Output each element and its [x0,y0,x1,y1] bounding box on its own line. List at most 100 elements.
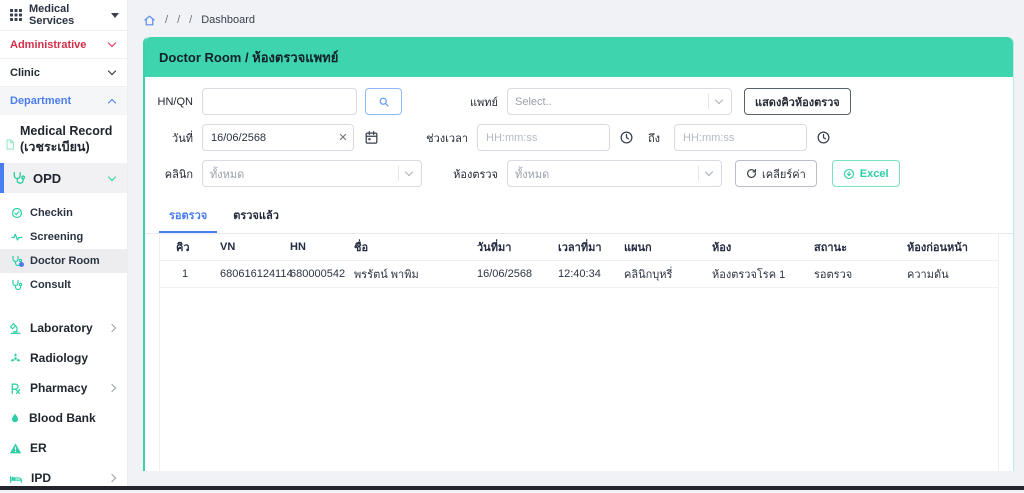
search-button[interactable] [365,88,402,115]
select-value: ทั้งหมด [515,165,694,183]
breadcrumb-current: Dashboard [201,14,255,26]
sidebar-item-clinic[interactable]: Clinic [0,59,127,87]
calendar-icon [364,130,379,145]
clinic-select[interactable]: ทั้งหมด [202,160,422,187]
sub-item-label: Screening [30,231,83,243]
select-placeholder: Select.. [515,96,704,108]
sidebar-item-laboratory[interactable]: Laboratory [0,313,127,343]
rx-icon [9,382,22,395]
col-status: สถานะ [814,238,907,256]
pulse-icon [11,231,23,243]
show-queue-button[interactable]: แสดงคิวห้องตรวจ [744,88,851,115]
queue-tabs: รอตรวจ ตรวจแล้ว [145,198,1013,234]
sidebar-item-administrative[interactable]: Administrative [0,31,127,59]
sidebar-item-department[interactable]: Department [0,87,127,115]
doctor-label: แพทย์ [402,93,507,111]
chevron-down-icon [108,39,116,47]
stethoscope-icon [12,171,26,185]
time-to-input[interactable] [674,124,807,151]
section-label: Department [10,95,71,107]
sidebar-item-medical-record[interactable]: Medical Record (เวชระเบียน) [0,115,127,163]
file-icon [4,138,16,151]
sidebar-item-consult[interactable]: Consult [0,273,127,297]
check-circle-icon [11,207,23,219]
breadcrumb-sep: / [177,14,180,26]
stethoscope-icon [11,279,23,291]
room-select[interactable]: ทั้งหมด [507,160,722,187]
lower-item-label: Blood Bank [29,411,115,425]
cell-name: พรรัตน์ พาพิม [354,265,477,283]
date-label: วันที่ [157,129,202,147]
lower-item-label: IPD [31,471,101,485]
tab-done[interactable]: ตรวจแล้ว [223,202,289,233]
clock-icon [619,130,634,145]
breadcrumb: / / / Dashboard [143,10,1014,30]
cell-room: ห้องตรวจโรค 1 [712,265,814,283]
clock-icon [816,130,831,145]
opd-label: OPD [33,171,102,186]
time-from-input[interactable] [477,124,610,151]
col-queue: คิว [176,238,220,256]
tab-waiting[interactable]: รอตรวจ [159,202,217,233]
sidebar-item-opd[interactable]: OPD [0,163,127,193]
sub-item-label: Doctor Room [30,255,100,267]
excel-button[interactable]: Excel [832,160,900,187]
doctor-room-panel: Doctor Room / ห้องตรวจแพทย์ HN/QN แพทย์ … [143,37,1014,471]
sidebar-item-pharmacy[interactable]: Pharmacy [0,373,127,403]
sub-item-label: Checkin [30,207,73,219]
sidebar-item-screening[interactable]: Screening [0,225,127,249]
search-icon [378,96,390,108]
table-row[interactable]: 1 680616124114 680000542 พรรัตน์ พาพิม 1… [160,261,998,288]
time-from-clock-button[interactable] [619,130,634,145]
app-switcher[interactable]: Medical Services [0,0,127,31]
time-range-label: ช่วงเวลา [379,129,477,147]
doctor-select[interactable]: Select.. [507,88,732,115]
section-label: Clinic [10,67,40,79]
page-title: Doctor Room / ห้องตรวจแพทย์ [159,47,338,68]
select-divider [698,166,699,181]
cell-hn: 680000542 [290,268,354,280]
lower-item-label: Radiology [30,351,115,365]
cell-previous-room: ความดัน [907,265,998,283]
col-name: ชื่อ [354,238,477,256]
to-label: ถึง [634,129,674,147]
sidebar-item-er[interactable]: ER [0,433,127,463]
col-room: ห้อง [712,238,814,256]
lower-item-label: Pharmacy [30,381,101,395]
chevron-right-icon [108,324,116,332]
sidebar-item-checkin[interactable]: Checkin [0,201,127,225]
warning-triangle-icon [9,442,22,455]
lower-item-label: Laboratory [30,321,101,335]
breadcrumb-sep: / [165,14,168,26]
table-header-row: คิว VN HN ชื่อ วันที่มา เวลาที่มา แผนก ห… [160,234,998,261]
sidebar-item-doctor-room[interactable]: Doctor Room [0,249,127,273]
sidebar-item-radiology[interactable]: Radiology [0,343,127,373]
chevron-down-icon [405,168,413,176]
grid-icon [10,9,22,21]
cell-department: คลินิกบุหรี่ [624,265,712,283]
excel-label: Excel [860,168,889,180]
col-hn: HN [290,241,354,253]
chevron-down-icon [715,96,723,104]
refresh-icon [746,168,757,179]
sub-item-label: Consult [30,279,71,291]
hnqn-input[interactable] [202,88,357,115]
caret-down-icon [111,13,119,18]
clear-values-button[interactable]: เคลียร์ค่า [735,160,817,187]
time-to-clock-button[interactable] [816,130,831,145]
main-content: / / / Dashboard Doctor Room / ห้องตรวจแพ… [128,0,1024,490]
sidebar-item-blood-bank[interactable]: Blood Bank [0,403,127,433]
calendar-button[interactable] [364,130,379,145]
clear-date-icon[interactable]: ✕ [332,131,354,144]
clinic-label: คลินิก [157,165,202,183]
select-divider [708,94,709,109]
breadcrumb-sep: / [189,14,192,26]
room-label: ห้องตรวจ [422,165,507,183]
cell-visit-date: 16/06/2568 [477,268,558,280]
home-icon[interactable] [143,14,156,27]
queue-table: คิว VN HN ชื่อ วันที่มา เวลาที่มา แผนก ห… [159,234,999,471]
brand-label: Medical Services [29,3,104,27]
lower-item-label: ER [30,441,115,455]
chevron-right-icon [108,474,116,482]
col-department: แผนก [624,238,712,256]
